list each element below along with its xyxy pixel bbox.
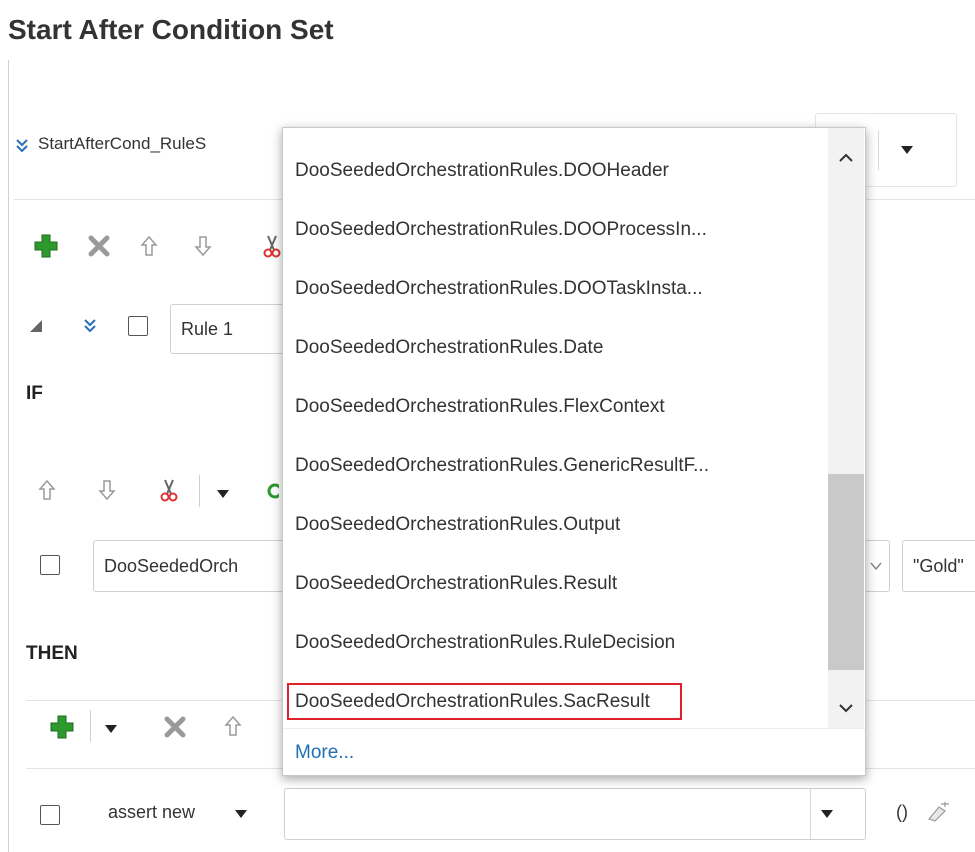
expression-builder-icon[interactable] <box>924 800 954 824</box>
if-label: IF <box>26 383 43 404</box>
scrollbar-thumb[interactable] <box>828 474 864 670</box>
condition-left-value: DooSeededOrch <box>104 555 239 576</box>
dropdown-option[interactable]: DooSeededOrchestrationRules.FlexContext <box>283 377 828 436</box>
dropdown-option-label: DooSeededOrchestrationRules.DOOTaskInsta… <box>295 278 703 299</box>
fact-type-dropdown-arrow-icon[interactable] <box>821 810 833 818</box>
fact-type-dropdown-popup[interactable]: DooSeededOrchestrationRules.DOOHeader Do… <box>282 127 866 776</box>
delete-icon[interactable] <box>162 714 188 740</box>
more-link[interactable]: More... <box>295 742 354 764</box>
cut-icon[interactable] <box>158 477 180 503</box>
add-menu-arrow-icon[interactable] <box>105 725 117 733</box>
move-up-icon[interactable] <box>138 233 160 259</box>
params-label: () <box>896 802 908 822</box>
move-down-icon[interactable] <box>96 477 118 503</box>
then-label: THEN <box>26 643 78 664</box>
rule-checkbox[interactable] <box>128 316 148 336</box>
action-checkbox[interactable] <box>40 805 60 825</box>
action-verb-menu[interactable]: assert new <box>108 802 195 823</box>
delete-icon[interactable] <box>86 233 112 259</box>
toolbar-separator <box>90 710 91 742</box>
dropdown-option[interactable]: DooSeededOrchestrationRules.Date <box>283 318 828 377</box>
fact-type-select-sep <box>810 789 811 839</box>
condition-right-field[interactable]: "Gold" <box>902 540 975 592</box>
dropdown-option-label: DooSeededOrchestrationRules.SacResult <box>287 683 682 720</box>
condition-checkbox[interactable] <box>40 555 60 575</box>
dropdown-option[interactable]: DooSeededOrchestrationRules.DOOProcessIn… <box>283 200 828 259</box>
ruleset-name[interactable]: StartAfterCond_RuleS <box>38 134 206 154</box>
dropdown-option[interactable]: DooSeededOrchestrationRules.Output <box>283 495 828 554</box>
fact-type-select[interactable] <box>284 788 866 840</box>
dropdown-option[interactable]: DooSeededOrchestrationRules.GenericResul… <box>283 436 828 495</box>
dropdown-scrollbar[interactable] <box>828 128 864 728</box>
expand-triangle-icon[interactable] <box>28 318 44 334</box>
dropdown-option-label: DooSeededOrchestrationRules.Date <box>295 337 604 358</box>
action-verb-label: assert new <box>108 802 196 822</box>
dropdown-option-highlighted[interactable]: DooSeededOrchestrationRules.SacResult <box>283 672 828 731</box>
move-up-icon[interactable] <box>36 477 58 503</box>
dropdown-option-label: DooSeededOrchestrationRules.Result <box>295 573 618 594</box>
double-chevron-down-icon[interactable] <box>82 318 98 334</box>
header-dropdown-arrow-icon[interactable] <box>901 146 913 154</box>
double-chevron-down-icon[interactable] <box>14 138 30 154</box>
page-title: Start After Condition Set <box>8 14 334 45</box>
left-border <box>8 60 9 852</box>
dropdown-option[interactable]: DooSeededOrchestrationRules.DOOHeader <box>283 141 828 200</box>
scroll-up-chevron-icon[interactable] <box>836 150 856 166</box>
dropdown-option-label: DooSeededOrchestrationRules.DOOHeader <box>295 160 669 181</box>
dropdown-option-label: DooSeededOrchestrationRules.DOOProcessIn… <box>295 219 707 240</box>
cut-menu-arrow-icon[interactable] <box>217 490 229 498</box>
dropdown-option[interactable]: DooSeededOrchestrationRules.RuleDecision <box>283 613 828 672</box>
cut-icon[interactable] <box>262 233 282 259</box>
rule-name-value: Rule 1 <box>181 318 234 339</box>
dropdown-option-label: DooSeededOrchestrationRules.RuleDecision <box>295 632 676 653</box>
condition-right-value: "Gold" <box>913 555 964 576</box>
move-down-icon[interactable] <box>192 233 214 259</box>
add-icon[interactable] <box>32 232 60 260</box>
condition-operator-field[interactable] <box>862 540 890 592</box>
dropdown-option-label: DooSeededOrchestrationRules.Output <box>295 514 621 535</box>
dropdown-option-label: DooSeededOrchestrationRules.FlexContext <box>295 396 665 417</box>
dropdown-more-row: More... <box>283 728 865 776</box>
dropdown-option[interactable]: DooSeededOrchestrationRules.Result <box>283 554 828 613</box>
dropdown-option-label: DooSeededOrchestrationRules.GenericResul… <box>295 455 709 476</box>
action-verb-arrow-icon[interactable] <box>235 810 247 818</box>
add-condition-icon[interactable] <box>263 478 281 504</box>
move-up-icon[interactable] <box>222 713 244 739</box>
scroll-down-chevron-icon[interactable] <box>836 700 856 716</box>
header-field-sep <box>878 130 879 170</box>
add-icon[interactable] <box>48 713 76 741</box>
condition-left-field[interactable]: DooSeededOrch <box>93 540 293 592</box>
toolbar-separator <box>199 475 200 507</box>
dropdown-list: DooSeededOrchestrationRules.DOOHeader Do… <box>283 141 828 731</box>
dropdown-option[interactable]: DooSeededOrchestrationRules.DOOTaskInsta… <box>283 259 828 318</box>
